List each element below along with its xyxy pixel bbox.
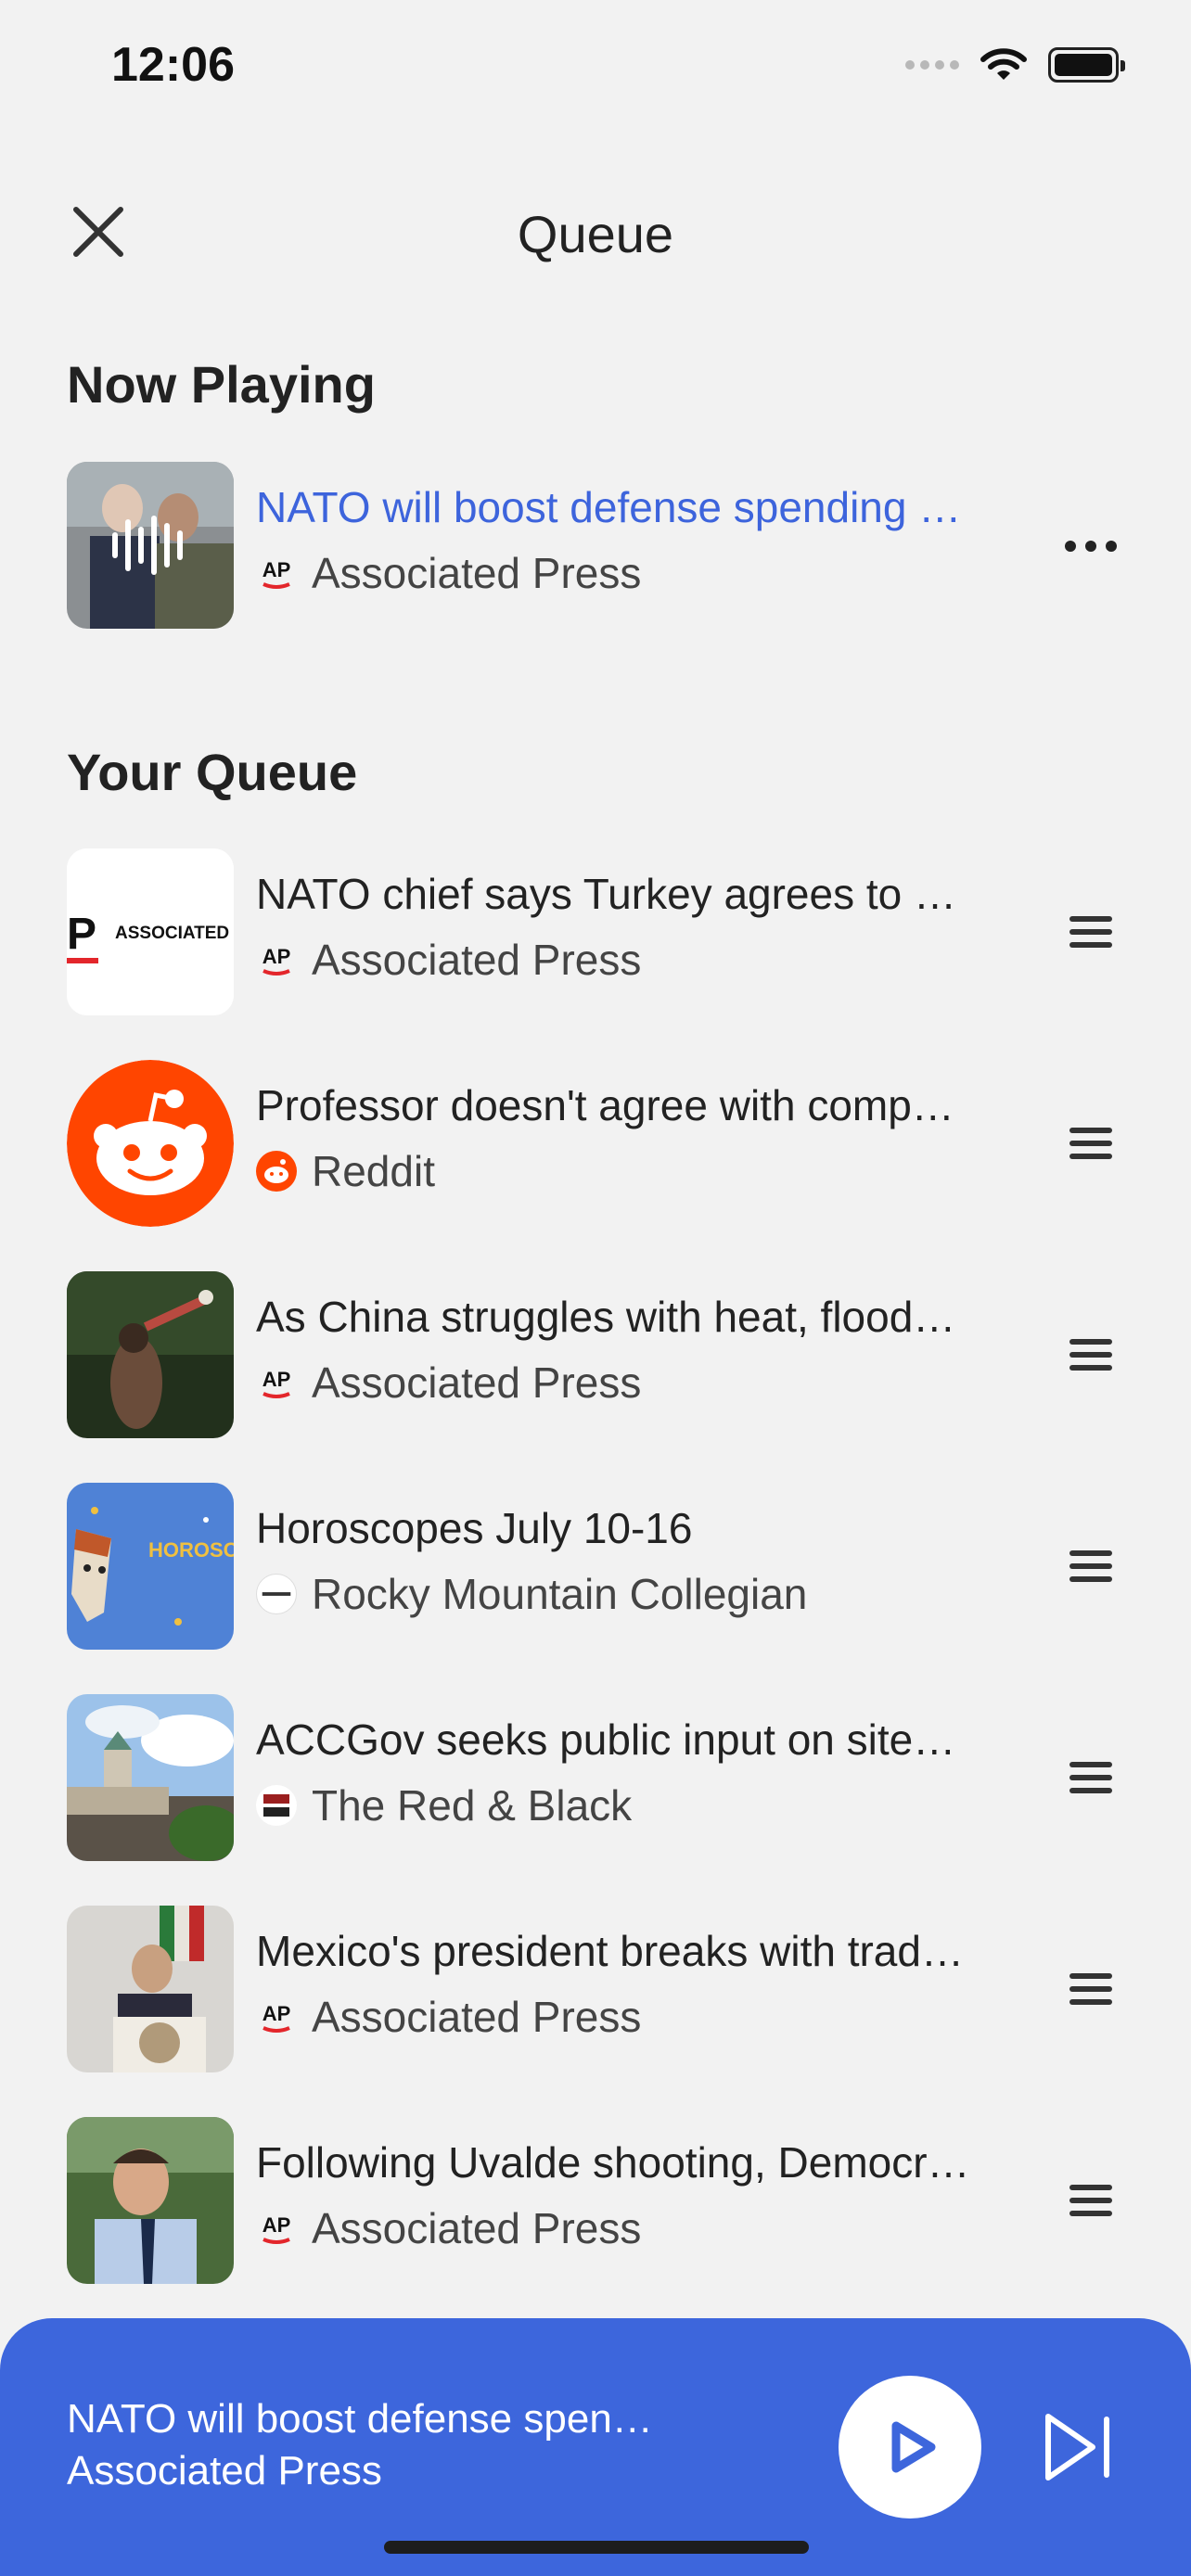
mini-player-title: NATO will boost defense spen… [67,2396,653,2442]
queue-item-source: AP Associated Press [256,934,642,986]
source-name: Associated Press [312,1358,642,1407]
queue-item[interactable]: Following Uvalde shooting, Democr… AP As… [0,2117,1191,2284]
queue-item[interactable]: Professor doesn't agree with comp… Reddi… [0,1060,1191,1227]
queue-thumbnail [67,2117,234,2284]
svg-text:P: P [67,910,96,959]
queue-item-title: Horoscopes July 10-16 [256,1504,693,1552]
source-name: The Red & Black [312,1781,633,1830]
queue-item[interactable]: Mexico's president breaks with trad… AP … [0,1906,1191,2072]
drag-handle-icon[interactable] [1063,1752,1119,1804]
red-and-black-logo-icon [256,1785,297,1826]
queue-item[interactable]: ACCGov seeks public input on site… The R… [0,1694,1191,1861]
queue-item-title: As China struggles with heat, flood… [256,1293,956,1341]
source-name: Associated Press [312,1993,642,2041]
more-options-button[interactable] [1054,523,1128,569]
source-name: Associated Press [312,2204,642,2252]
queue-item-source: AP Associated Press [256,2202,642,2254]
queue-item-title: Following Uvalde shooting, Democr… [256,2138,970,2187]
queue-thumbnail: P ASSOCIATED PR [67,848,234,1015]
queue-item-title: Professor doesn't agree with comp… [256,1081,954,1129]
drag-handle-icon[interactable] [1063,1540,1119,1592]
source-name: Reddit [312,1147,435,1195]
queue-thumbnail [67,1694,234,1861]
now-playing-title: NATO will boost defense spending … [256,483,962,531]
queue-item-source: Rocky Mountain Collegian [256,1568,807,1620]
source-name: Associated Press [312,936,642,984]
play-button[interactable] [839,2376,981,2519]
now-playing-source: AP Associated Press [256,547,642,599]
drag-handle-icon[interactable] [1063,1117,1119,1169]
ap-logo-icon: AP [256,939,297,980]
queue-item[interactable]: HOROSCO Horoscopes July 10-16 Rocky Moun… [0,1483,1191,1650]
queue-item-title: Mexico's president breaks with trad… [256,1927,964,1975]
queue-item-title: NATO chief says Turkey agrees to … [256,870,957,918]
status-bar: 12:06 [0,0,1191,139]
svg-text:HOROSCO: HOROSCO [148,1538,234,1562]
svg-text:AP: AP [263,2213,291,2237]
page-title: Queue [517,205,674,263]
cellular-signal-icon [905,60,959,70]
queue-item[interactable]: P ASSOCIATED PR NATO chief says Turkey a… [0,848,1191,1015]
drag-handle-icon[interactable] [1063,906,1119,958]
queue-thumbnail [67,1271,234,1438]
skip-next-icon [1045,2414,1109,2480]
header: Queue [0,167,1191,297]
queue-item-source: AP Associated Press [256,1991,642,2043]
home-indicator [384,2541,809,2554]
mini-player-source: Associated Press [67,2448,382,2493]
svg-text:AP: AP [263,945,291,968]
source-name: Associated Press [312,549,642,597]
play-icon [891,2421,936,2473]
queue-item-source: The Red & Black [256,1779,632,1831]
queue-item-source: AP Associated Press [256,1357,642,1409]
now-playing-heading: Now Playing [67,355,376,414]
ap-logo-icon: AP [256,1996,297,2037]
your-queue-heading: Your Queue [67,743,358,801]
queue-item[interactable]: As China struggles with heat, flood… AP … [0,1271,1191,1438]
ap-logo-icon: AP [256,1362,297,1403]
now-playing-thumbnail [67,462,234,629]
queue-thumbnail [67,1060,234,1227]
battery-icon [1048,47,1125,83]
ap-logo-icon: AP [256,2208,297,2249]
wifi-icon [980,48,1027,80]
queue-thumbnail [67,1906,234,2072]
skip-next-button[interactable] [1039,2407,1119,2487]
source-name: Rocky Mountain Collegian [312,1570,808,1618]
status-indicators [905,46,1125,83]
svg-text:AP: AP [263,2002,291,2025]
status-time: 12:06 [111,38,235,92]
ap-logo-icon: AP [256,553,297,593]
queue-thumbnail: HOROSCO [67,1483,234,1650]
now-playing-item[interactable]: NATO will boost defense spending … AP As… [0,462,1191,629]
svg-text:AP: AP [263,1368,291,1391]
svg-text:AP: AP [263,558,291,581]
reddit-logo-icon [256,1151,297,1192]
drag-handle-icon[interactable] [1063,1329,1119,1381]
queue-item-source: Reddit [256,1145,435,1197]
mini-player[interactable]: NATO will boost defense spen… Associated… [0,2318,1191,2576]
drag-handle-icon[interactable] [1063,1963,1119,2015]
svg-text:ASSOCIATED PR: ASSOCIATED PR [115,924,234,943]
collegian-logo-icon [256,1574,297,1614]
drag-handle-icon[interactable] [1063,2174,1119,2226]
queue-item-title: ACCGov seeks public input on site… [256,1715,956,1764]
